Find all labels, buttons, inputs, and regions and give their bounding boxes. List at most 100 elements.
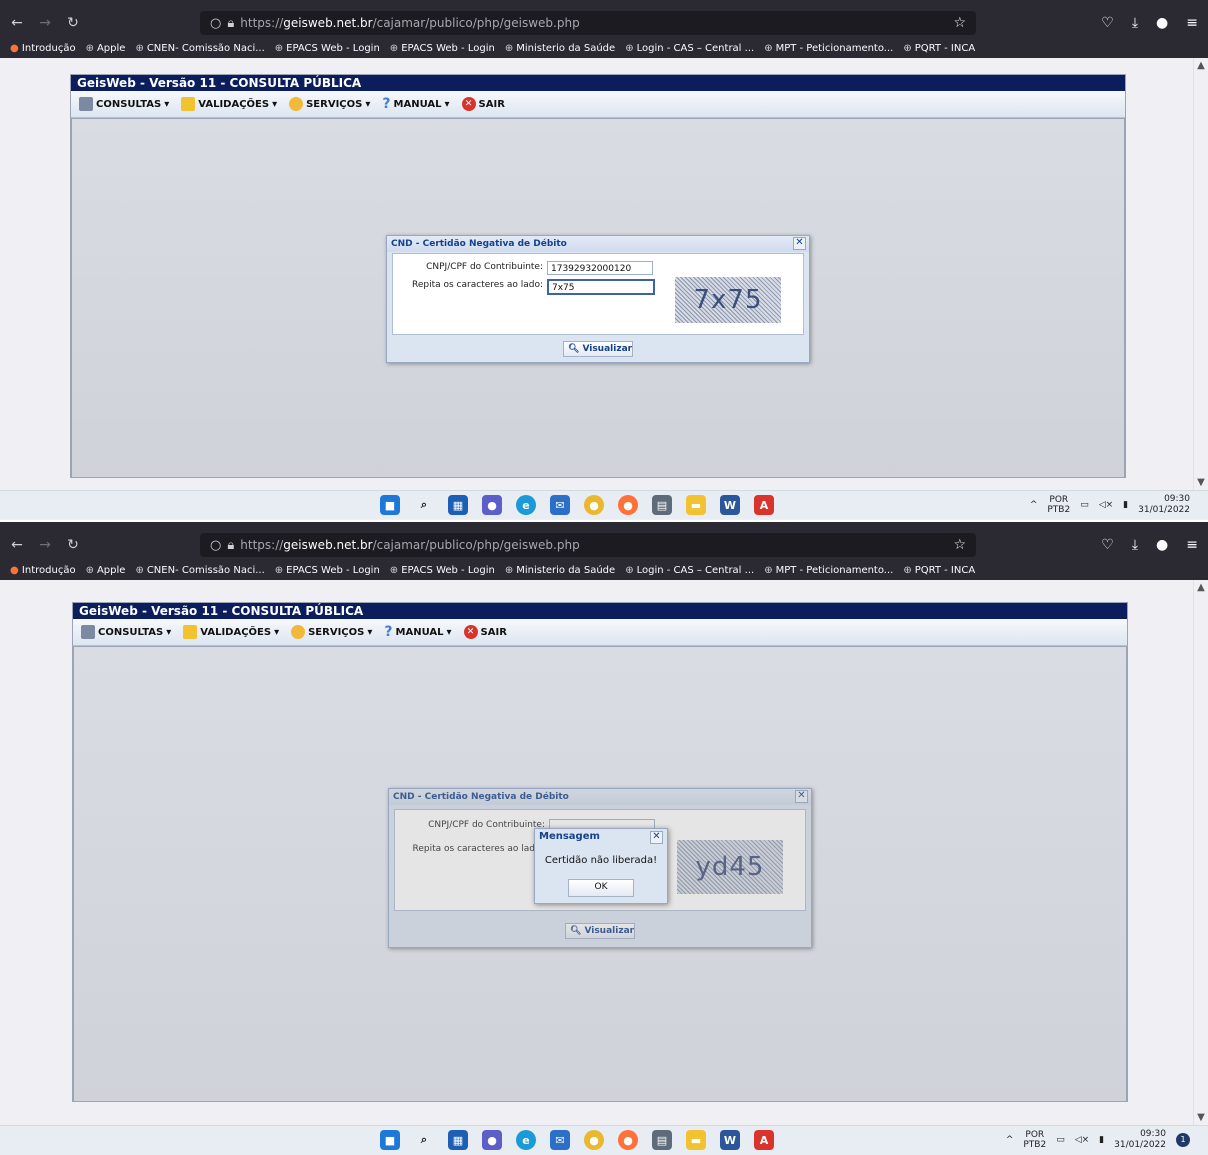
- input-language[interactable]: POR PTB2: [1023, 1130, 1046, 1150]
- chat-icon[interactable]: ●: [482, 495, 502, 515]
- search-icon[interactable]: ⌕: [414, 1130, 434, 1150]
- forward-icon[interactable]: →: [34, 15, 56, 31]
- bookmark-item[interactable]: ⊕ Ministerio da Saúde: [505, 43, 615, 54]
- windows-start-icon[interactable]: ■: [380, 1130, 400, 1150]
- mail-icon[interactable]: ✉: [550, 1130, 570, 1150]
- acrobat-icon[interactable]: A: [754, 1130, 774, 1150]
- menu-manual[interactable]: ? MANUAL ▾: [382, 96, 449, 112]
- windows-taskbar: ■ ⌕ ▦ ● e ✉ ● ● ▤ ▬ W A ^ POR PTB2 ▭ ◁× ▮…: [0, 490, 1208, 519]
- bookmark-item[interactable]: ⊕ EPACS Web - Login: [275, 565, 380, 576]
- pocket-icon[interactable]: ♡: [1101, 15, 1114, 31]
- reload-icon[interactable]: ↻: [62, 15, 84, 31]
- page-scrollbar[interactable]: ▲ ▼: [1193, 58, 1208, 490]
- url-bar[interactable]: ○ 🔒︎ https://geisweb.net.br/cajamar/publ…: [200, 533, 976, 557]
- acrobat-icon[interactable]: A: [754, 495, 774, 515]
- bookmark-item[interactable]: ⊕ EPACS Web - Login: [390, 565, 495, 576]
- close-icon[interactable]: ✕: [793, 237, 806, 250]
- profile-icon[interactable]: ●: [1156, 537, 1168, 553]
- clock[interactable]: 09:30 31/01/2022: [1114, 1129, 1166, 1151]
- scroll-down-icon[interactable]: ▼: [1194, 1112, 1208, 1123]
- chat-icon[interactable]: ●: [482, 1130, 502, 1150]
- bookmark-item[interactable]: ⊕ CNEN- Comissão Naci...: [135, 565, 264, 576]
- menu-validacoes[interactable]: VALIDAÇÕES ▾: [181, 97, 277, 111]
- menu-icon[interactable]: ≡: [1186, 537, 1198, 553]
- mail-icon[interactable]: ✉: [550, 495, 570, 515]
- globe-icon: ⊕: [274, 42, 284, 54]
- word-icon[interactable]: W: [720, 495, 740, 515]
- bookmark-item[interactable]: ⊕ MPT - Peticionamento...: [764, 565, 893, 576]
- battery-icon[interactable]: ▮: [1099, 1135, 1104, 1145]
- word-icon[interactable]: W: [720, 1130, 740, 1150]
- download-icon[interactable]: ⤓: [1132, 537, 1138, 553]
- ok-button[interactable]: OK: [568, 879, 634, 897]
- bookmark-item[interactable]: ● Introdução: [10, 565, 76, 576]
- windows-start-icon[interactable]: ■: [380, 495, 400, 515]
- bookmark-star-icon[interactable]: ☆: [953, 537, 966, 553]
- file-explorer-icon[interactable]: ▬: [686, 495, 706, 515]
- bookmark-item[interactable]: ⊕ Login - CAS – Central ...: [625, 565, 754, 576]
- speaker-muted-icon[interactable]: ◁×: [1099, 500, 1113, 510]
- cnpj-input[interactable]: 17392932000120: [547, 261, 653, 275]
- bookmark-item[interactable]: ⊕ Login - CAS – Central ...: [625, 43, 754, 54]
- firefox-icon[interactable]: ●: [618, 1130, 638, 1150]
- captcha-input[interactable]: 7x75: [547, 279, 655, 295]
- network-icon[interactable]: ▭: [1056, 1135, 1065, 1145]
- bookmark-item[interactable]: ⊕ MPT - Peticionamento...: [764, 43, 893, 54]
- scroll-down-icon[interactable]: ▼: [1194, 477, 1208, 488]
- notification-badge[interactable]: 1: [1176, 1133, 1190, 1147]
- calculator-icon[interactable]: ▤: [652, 495, 672, 515]
- bookmark-item[interactable]: ⊕ EPACS Web - Login: [390, 43, 495, 54]
- edge-icon[interactable]: e: [516, 1130, 536, 1150]
- menu-icon[interactable]: ≡: [1186, 15, 1198, 31]
- scroll-up-icon[interactable]: ▲: [1194, 582, 1208, 593]
- chevron-up-icon[interactable]: ^: [1030, 500, 1038, 510]
- close-icon[interactable]: ✕: [650, 831, 663, 844]
- menu-consultas[interactable]: CONSULTAS ▾: [79, 97, 169, 111]
- menu-servicos[interactable]: SERVIÇOS ▾: [289, 97, 370, 111]
- chrome-icon[interactable]: ●: [584, 1130, 604, 1150]
- globe-icon: ⊕: [274, 564, 284, 576]
- search-icon[interactable]: ⌕: [414, 495, 434, 515]
- profile-icon[interactable]: ●: [1156, 15, 1168, 31]
- back-icon[interactable]: ←: [6, 15, 28, 31]
- url-bar[interactable]: ○ 🔒︎ https://geisweb.net.br/cajamar/publ…: [200, 11, 976, 35]
- menu-manual[interactable]: ? MANUAL ▾: [384, 624, 451, 640]
- battery-icon[interactable]: ▮: [1123, 500, 1128, 510]
- bookmark-item[interactable]: ● Introdução: [10, 43, 76, 54]
- menu-consultas[interactable]: CONSULTAS ▾: [81, 625, 171, 639]
- bookmark-item[interactable]: ⊕ PQRT - INCA: [903, 565, 975, 576]
- back-icon[interactable]: ←: [6, 537, 28, 553]
- file-explorer-icon[interactable]: ▬: [686, 1130, 706, 1150]
- firefox-icon[interactable]: ●: [618, 495, 638, 515]
- edge-icon[interactable]: e: [516, 495, 536, 515]
- visualizar-button[interactable]: 🔍︎ Visualizar: [563, 341, 633, 357]
- input-language[interactable]: POR PTB2: [1047, 495, 1070, 515]
- pocket-icon[interactable]: ♡: [1101, 537, 1114, 553]
- menu-servicos[interactable]: SERVIÇOS ▾: [291, 625, 372, 639]
- scroll-up-icon[interactable]: ▲: [1194, 60, 1208, 71]
- bookmark-item[interactable]: ⊕ EPACS Web - Login: [275, 43, 380, 54]
- chrome-icon[interactable]: ●: [584, 495, 604, 515]
- network-icon[interactable]: ▭: [1080, 500, 1089, 510]
- bookmark-item[interactable]: ⊕ CNEN- Comissão Naci...: [135, 43, 264, 54]
- bookmark-item[interactable]: ⊕ PQRT - INCA: [903, 43, 975, 54]
- forward-icon[interactable]: →: [34, 537, 56, 553]
- clock[interactable]: 09:30 31/01/2022: [1138, 494, 1190, 516]
- menu-validacoes[interactable]: VALIDAÇÕES ▾: [183, 625, 279, 639]
- task-view-icon[interactable]: ▦: [448, 1130, 468, 1150]
- calculator-icon[interactable]: ▤: [652, 1130, 672, 1150]
- bookmark-item[interactable]: ⊕ Apple: [86, 565, 126, 576]
- app-desktop: CND - Certidão Negativa de Débito ✕ CNPJ/…: [71, 118, 1125, 478]
- page-scrollbar[interactable]: ▲ ▼: [1193, 580, 1208, 1125]
- speaker-muted-icon[interactable]: ◁×: [1075, 1135, 1089, 1145]
- bookmark-item[interactable]: ⊕ Apple: [86, 43, 126, 54]
- bookmark-item[interactable]: ⊕ Ministerio da Saúde: [505, 565, 615, 576]
- menu-sair[interactable]: ✕ SAIR: [463, 625, 507, 639]
- download-icon[interactable]: ⤓: [1132, 15, 1138, 31]
- bookmark-star-icon[interactable]: ☆: [953, 15, 966, 31]
- task-view-icon[interactable]: ▦: [448, 495, 468, 515]
- menu-sair[interactable]: ✕ SAIR: [461, 97, 505, 111]
- reload-icon[interactable]: ↻: [62, 537, 84, 553]
- chevron-up-icon[interactable]: ^: [1006, 1135, 1014, 1145]
- globe-icon: ⊕: [389, 564, 399, 576]
